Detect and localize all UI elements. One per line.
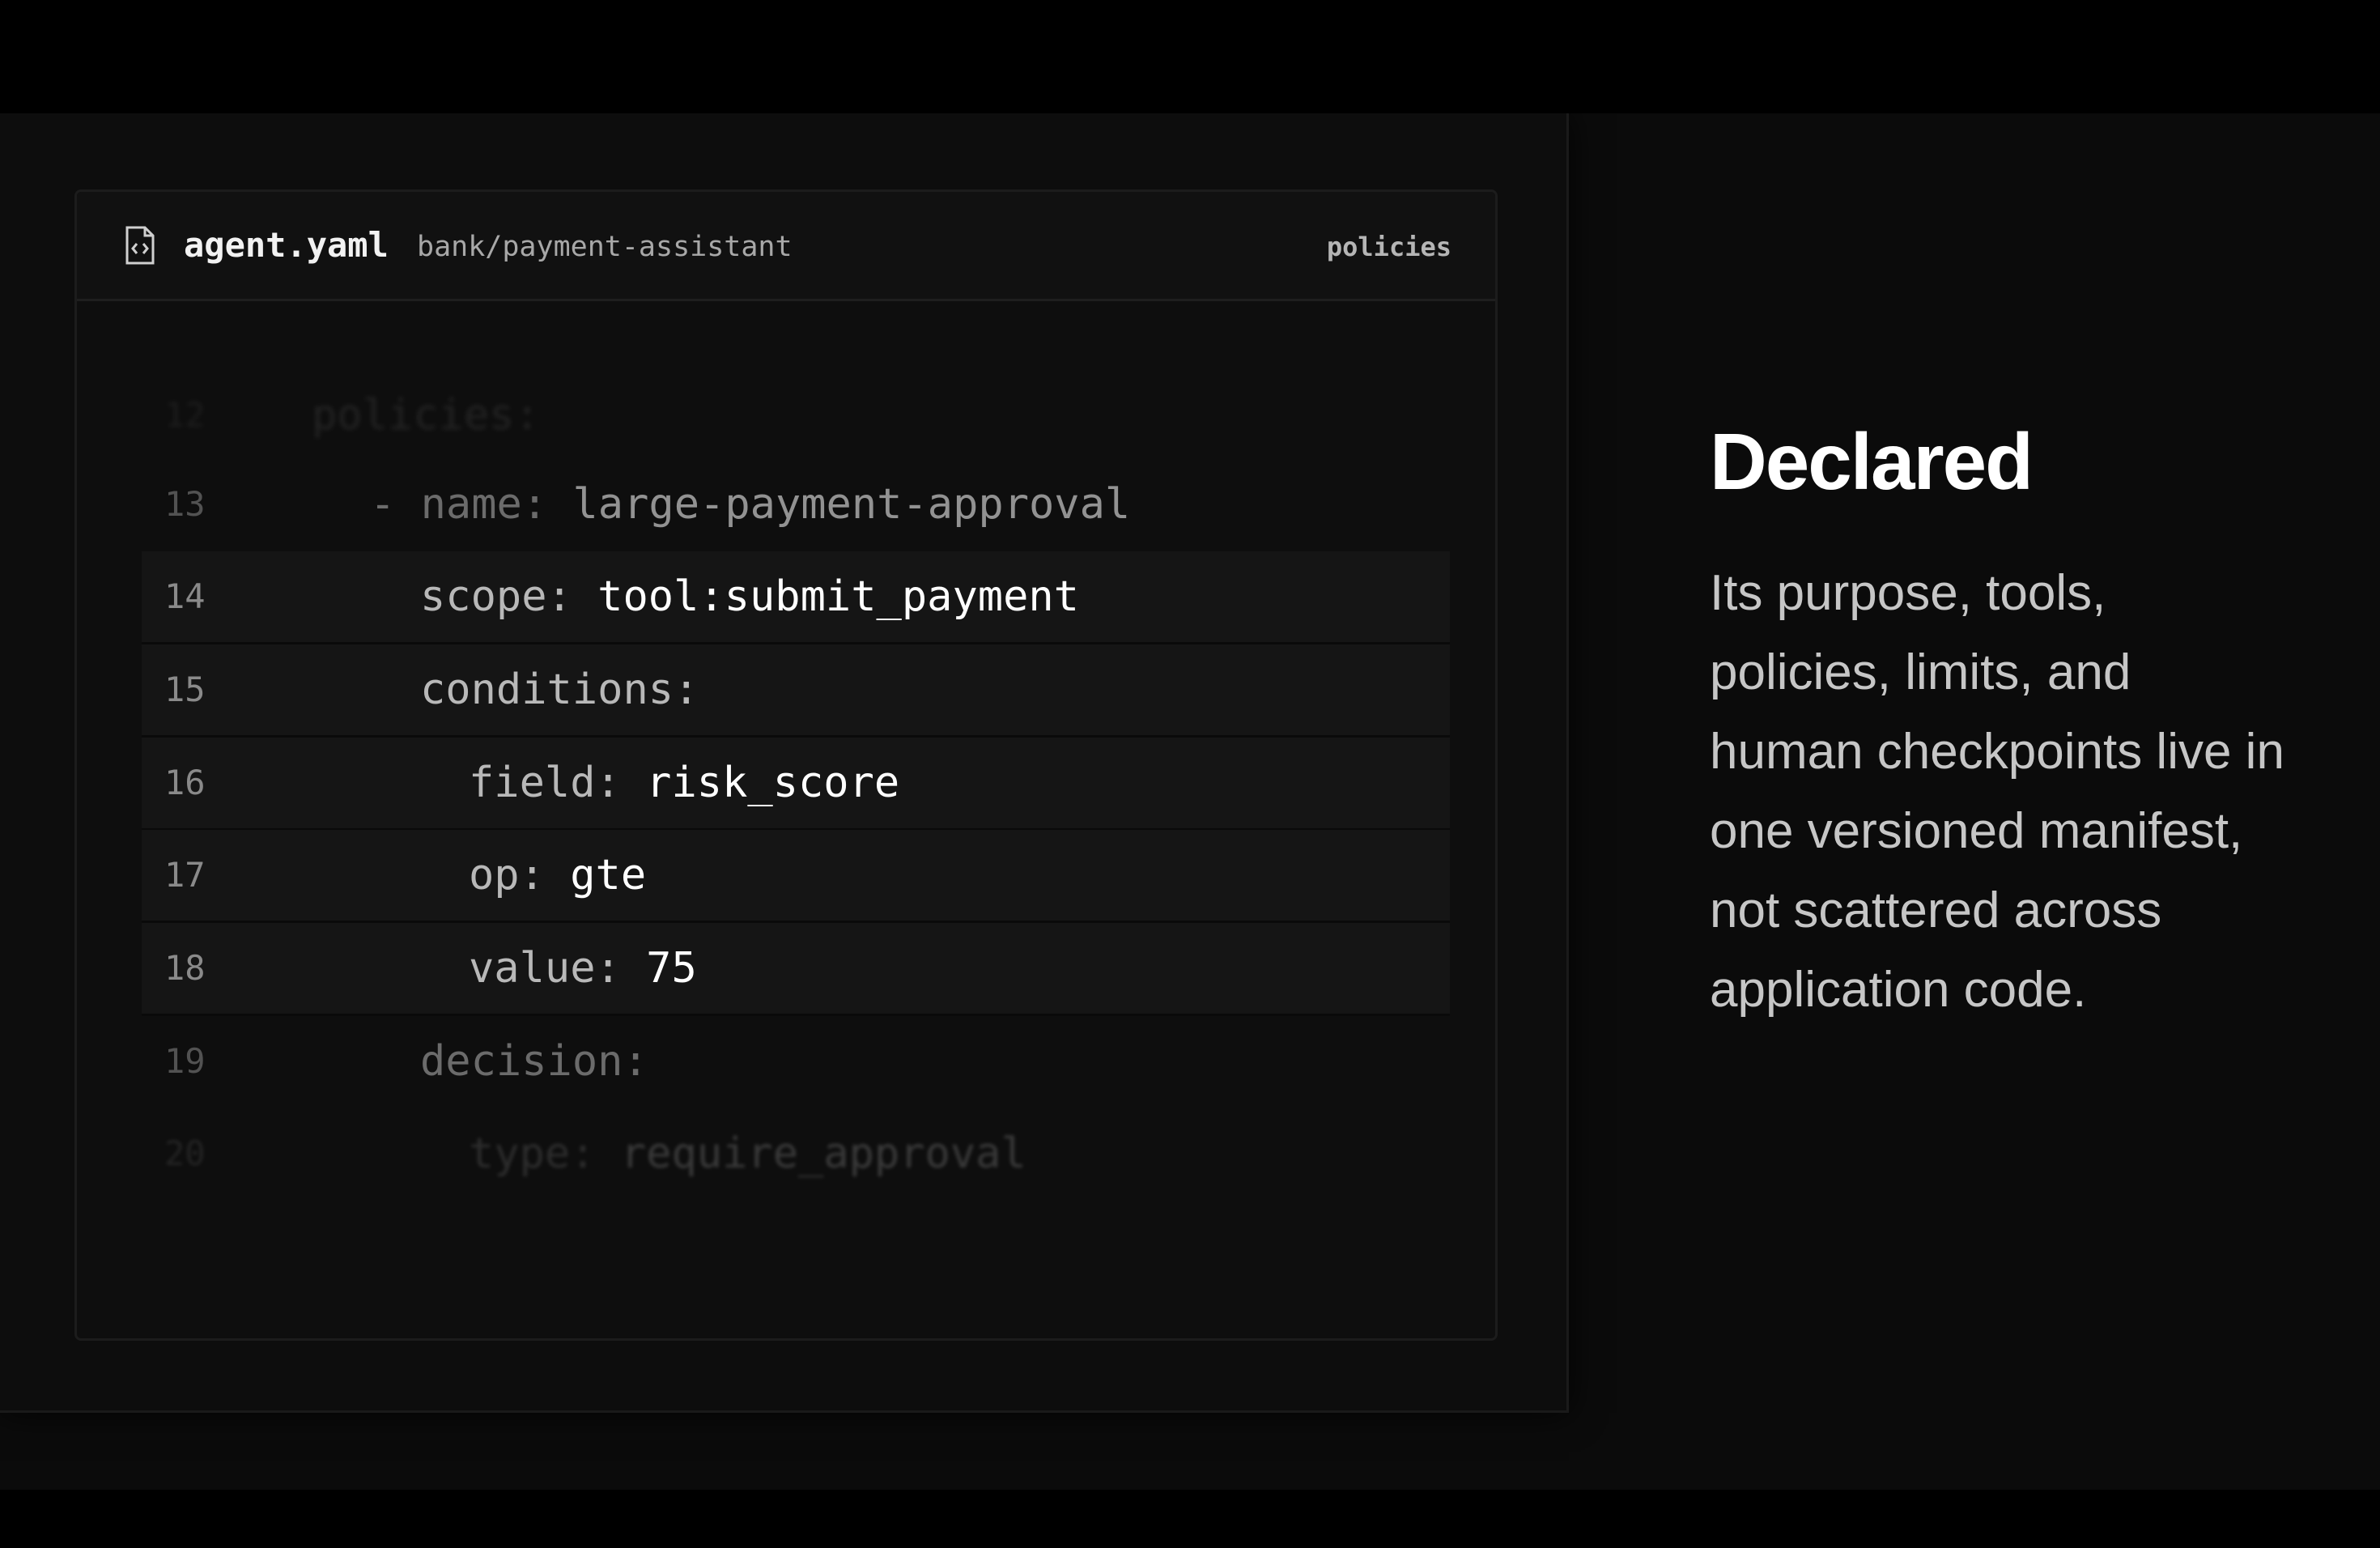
code-key: field: — [469, 759, 621, 807]
code-key: op: — [469, 851, 545, 899]
code-line: 13 - name: large-payment-approval — [142, 459, 1450, 550]
line-number: 18 — [164, 948, 206, 988]
line-number: 13 — [164, 484, 206, 524]
line-number: 14 — [164, 576, 206, 616]
line-number: 16 — [164, 763, 206, 802]
code-value: require_approval — [620, 1129, 1026, 1178]
code-line: 20 type: require_approval — [142, 1108, 1450, 1199]
code-key: scope: — [420, 572, 572, 621]
code-line: 19 decision: — [142, 1016, 1450, 1107]
code-key: policies: — [312, 391, 540, 440]
code-panel: agent.yaml bank/payment-assistant polici… — [0, 113, 1569, 1413]
line-number: 12 — [164, 395, 206, 435]
code-key: conditions: — [420, 666, 699, 714]
code-line: 15 conditions: — [142, 644, 1450, 738]
line-number: 19 — [164, 1041, 206, 1081]
code-key: decision: — [420, 1037, 648, 1086]
line-number: 20 — [164, 1133, 206, 1173]
code-editor: agent.yaml bank/payment-assistant polici… — [74, 189, 1498, 1341]
line-number: 17 — [164, 855, 206, 895]
code-line: 17 op: gte — [142, 830, 1450, 923]
file-name: agent.yaml — [184, 225, 389, 265]
code-key: type: — [469, 1129, 596, 1178]
editor-header: agent.yaml bank/payment-assistant polici… — [77, 192, 1495, 301]
code-key: name: — [420, 480, 548, 529]
code-line: 12 policies: — [142, 370, 1450, 461]
code-line: 14 scope: tool:submit_payment — [142, 551, 1450, 644]
file-path: bank/payment-assistant — [417, 231, 793, 263]
section-tag: policies — [1326, 232, 1451, 262]
code-line: 16 field: risk_score — [142, 738, 1450, 831]
headline: Declared — [1710, 417, 2034, 506]
code-value: 75 — [646, 944, 697, 993]
code-key: value: — [469, 944, 621, 993]
line-number: 15 — [164, 670, 206, 709]
code-file-icon — [124, 226, 156, 265]
code-value: risk_score — [646, 759, 900, 807]
code-area: 12 policies: 13 - name: large-payment-ap… — [77, 299, 1495, 1338]
code-value: large-payment-approval — [572, 480, 1131, 529]
description: Its purpose, tools, policies, limits, an… — [1710, 565, 2284, 1018]
slide: agent.yaml bank/payment-assistant polici… — [0, 113, 2380, 1490]
code-line: 18 value: 75 — [142, 923, 1450, 1016]
code-list-marker: - — [370, 480, 421, 529]
code-value: gte — [570, 851, 647, 899]
code-value: tool:submit_payment — [597, 572, 1079, 621]
